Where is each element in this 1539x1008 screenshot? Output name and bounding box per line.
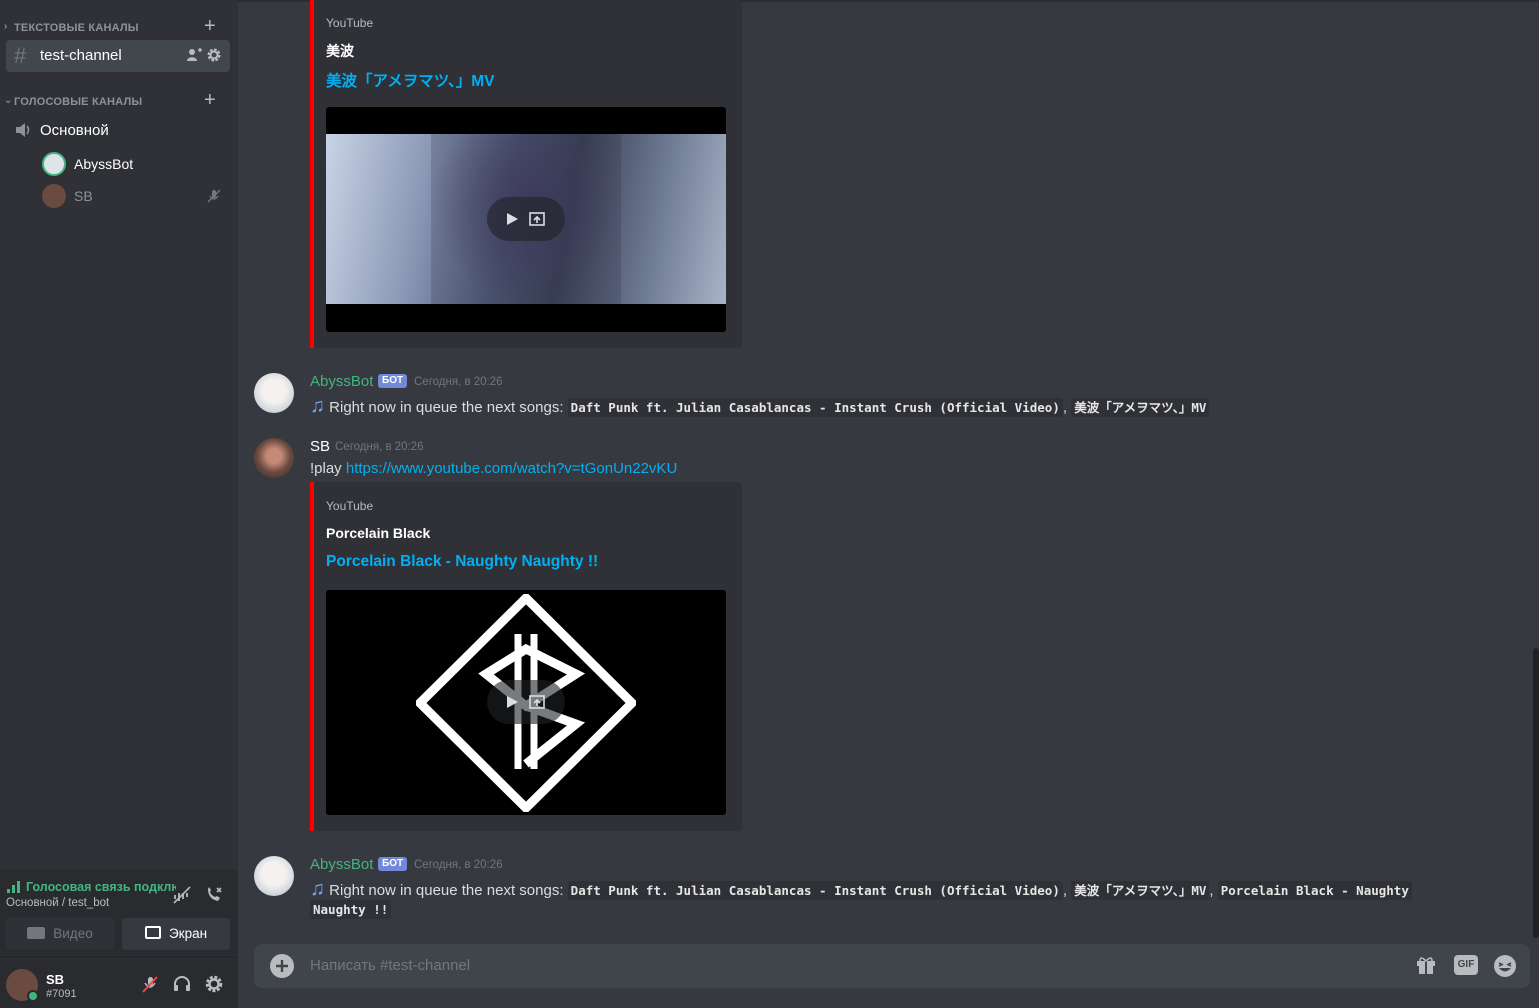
embed-title-link[interactable]: 美波「アメヲマツ、」MV [326,69,495,91]
upload-plus-icon[interactable] [270,954,294,978]
video-thumbnail[interactable] [326,107,726,332]
channel-item-test-channel[interactable]: # test-channel [6,40,230,72]
inline-code: Porcelain Black - Naughty [1217,881,1412,900]
screen-share-button[interactable]: Экран [122,918,230,950]
message-text: Right now in queue the next songs: [329,882,564,899]
add-channel-icon[interactable]: + [204,16,216,36]
separator: , [1062,882,1068,899]
user-settings-gear-icon[interactable] [204,974,224,994]
voice-user-sb[interactable]: SB [40,182,230,210]
screen-share-icon [144,926,161,939]
voice-connection-panel: Голосовая связь подключена Основной / te… [0,870,238,958]
embed-title-link[interactable]: Porcelain Black - Naughty Naughty !! [326,553,598,571]
message-author[interactable]: AbyssBot [310,373,373,390]
message-content: !play https://www.youtube.com/watch?v=tG… [310,460,677,477]
voice-location-text: Основной / test_bot [6,897,110,909]
play-icon[interactable] [504,211,520,227]
category-label: ТЕКСТОВЫЕ КАНАЛЫ [14,22,139,34]
inline-code: Daft Punk ft. Julian Casablancas - Insta… [567,881,1063,900]
play-icon[interactable] [504,694,520,710]
inline-code: Daft Punk ft. Julian Casablancas - Insta… [567,398,1063,417]
voice-channel-name: Основной [40,122,109,139]
create-invite-icon[interactable] [186,47,202,63]
add-channel-icon[interactable]: + [204,90,216,110]
user-panel: SB #7091 [0,959,238,1008]
embed-provider[interactable]: YouTube [326,499,373,513]
message-composer[interactable]: Написать #test-channel GIF [254,944,1530,988]
youtube-link[interactable]: https://www.youtube.com/watch?v=tGonUn22… [346,460,677,477]
chevron-right-icon: › [4,21,8,32]
voice-status-text: Голосовая связь подключена [26,880,176,894]
embed-author[interactable]: 美波 [326,41,354,61]
voice-channel-main[interactable]: Основной [14,118,224,142]
video-button[interactable]: Видео [6,918,114,950]
youtube-embed: YouTube Porcelain Black Porcelain Black … [310,482,742,831]
open-external-icon[interactable] [528,210,546,228]
message-content: ♫ Right now in queue the next songs: Daf… [310,395,1210,418]
message-content: ♫ Right now in queue the next songs: Daf… [310,878,1412,901]
channel-sidebar: › ТЕКСТОВЫЕ КАНАЛЫ + # test-channel ⌄ ГО… [0,0,238,1008]
voice-user-name: AbyssBot [74,156,134,172]
message-timestamp: Сегодня, в 20:26 [414,859,503,871]
screen-label: Экран [168,926,208,941]
gift-icon[interactable] [1415,954,1437,976]
open-external-icon[interactable] [528,693,546,711]
message-author[interactable]: SB [310,438,330,455]
text-channels-category[interactable]: › ТЕКСТОВЫЕ КАНАЛЫ + [0,16,238,36]
camera-icon [27,927,46,939]
discord-app: › ТЕКСТОВЫЕ КАНАЛЫ + # test-channel ⌄ ГО… [0,0,1539,1008]
speaker-icon [16,123,30,137]
gif-button[interactable]: GIF [1454,955,1478,975]
inline-code: 美波「アメヲマツ、」MV [1071,881,1210,900]
signal-icon[interactable] [7,881,21,893]
mute-mic-icon[interactable] [140,974,160,994]
chevron-down-icon: ⌄ [4,95,13,106]
youtube-embed: YouTube 美波 美波「アメヲマツ、」MV [310,0,742,348]
user-discriminator: #7091 [46,988,77,1000]
notes-emoji-icon: ♫ [310,878,325,900]
message-author[interactable]: AbyssBot [310,856,373,873]
avatar [42,152,66,176]
bot-badge: БОТ [378,374,408,388]
voice-user-name: SB [74,188,93,204]
username: SB [46,972,65,987]
avatar[interactable] [254,856,294,896]
voice-user-abyssbot[interactable]: AbyssBot [40,150,230,178]
message-timestamp: Сегодня, в 20:26 [414,376,503,388]
emoji-picker-icon[interactable] [1493,954,1517,978]
separator: , [1062,399,1068,416]
separator: , [1209,882,1214,899]
inline-code: Naughty !! [310,900,392,919]
muted-mic-icon [207,189,221,203]
embed-provider[interactable]: YouTube [326,16,373,30]
hash-icon: # [14,43,27,68]
bot-badge: БОТ [378,857,408,871]
chat-scrollbar[interactable] [1533,648,1539,938]
video-controls[interactable] [487,680,565,724]
category-label: ГОЛОСОВЫЕ КАНАЛЫ [14,96,143,108]
command-text: !play [310,460,342,477]
embed-author[interactable]: Porcelain Black [326,525,430,541]
video-thumbnail[interactable] [326,590,726,815]
video-controls[interactable] [487,197,565,241]
noise-suppression-icon[interactable] [172,885,192,905]
notes-emoji-icon: ♫ [310,395,325,417]
avatar [42,184,66,208]
avatar[interactable] [254,373,294,413]
disconnect-call-icon[interactable] [204,885,224,905]
inline-code: 美波「アメヲマツ、」MV [1071,398,1210,417]
channel-name: test-channel [40,47,122,64]
message-text: Right now in queue the next songs: [329,399,564,416]
headphones-icon[interactable] [172,974,192,994]
message-input[interactable]: Написать #test-channel [310,957,470,974]
message-timestamp: Сегодня, в 20:26 [335,441,424,453]
online-status-dot [27,990,39,1002]
message-content-continued: Naughty !! [310,900,392,919]
video-label: Видео [53,926,93,941]
avatar[interactable] [254,438,294,478]
voice-channels-category[interactable]: ⌄ ГОЛОСОВЫЕ КАНАЛЫ + [0,90,238,110]
gear-icon[interactable] [206,47,222,63]
